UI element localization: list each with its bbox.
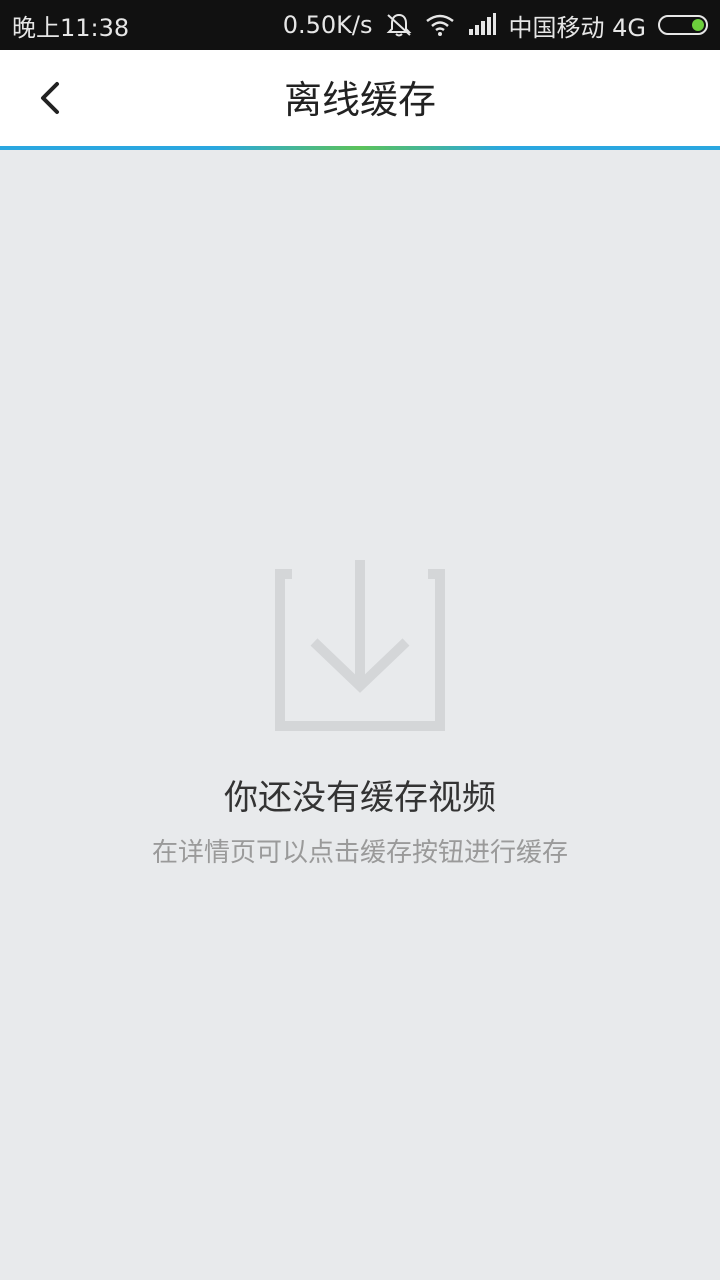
carrier-label: 中国移动 4G bbox=[508, 13, 647, 42]
app-bar: 离线缓存 bbox=[0, 50, 720, 146]
empty-state-title: 你还没有缓存视频 bbox=[224, 778, 496, 818]
network-speed: 0.50K/s bbox=[282, 11, 373, 39]
mute-icon bbox=[385, 12, 413, 38]
page-title: 离线缓存 bbox=[283, 78, 436, 122]
download-icon bbox=[275, 560, 445, 731]
back-button[interactable] bbox=[22, 70, 78, 126]
battery-icon bbox=[658, 15, 708, 35]
chevron-left-icon bbox=[41, 82, 59, 114]
signal-icon bbox=[467, 13, 497, 37]
wifi-icon bbox=[425, 13, 455, 37]
status-time: 晚上11:38 bbox=[12, 13, 130, 42]
content-area: 你还没有缓存视频 在详情页可以点击缓存按钮进行缓存 bbox=[0, 150, 720, 1280]
status-bar: 晚上11:38 0.50K/s 中国移动 4G bbox=[0, 0, 720, 50]
empty-state-subtitle: 在详情页可以点击缓存按钮进行缓存 bbox=[151, 838, 568, 868]
battery-level bbox=[692, 19, 704, 31]
status-right-group: 0.50K/s 中国移动 4G bbox=[283, 8, 708, 43]
